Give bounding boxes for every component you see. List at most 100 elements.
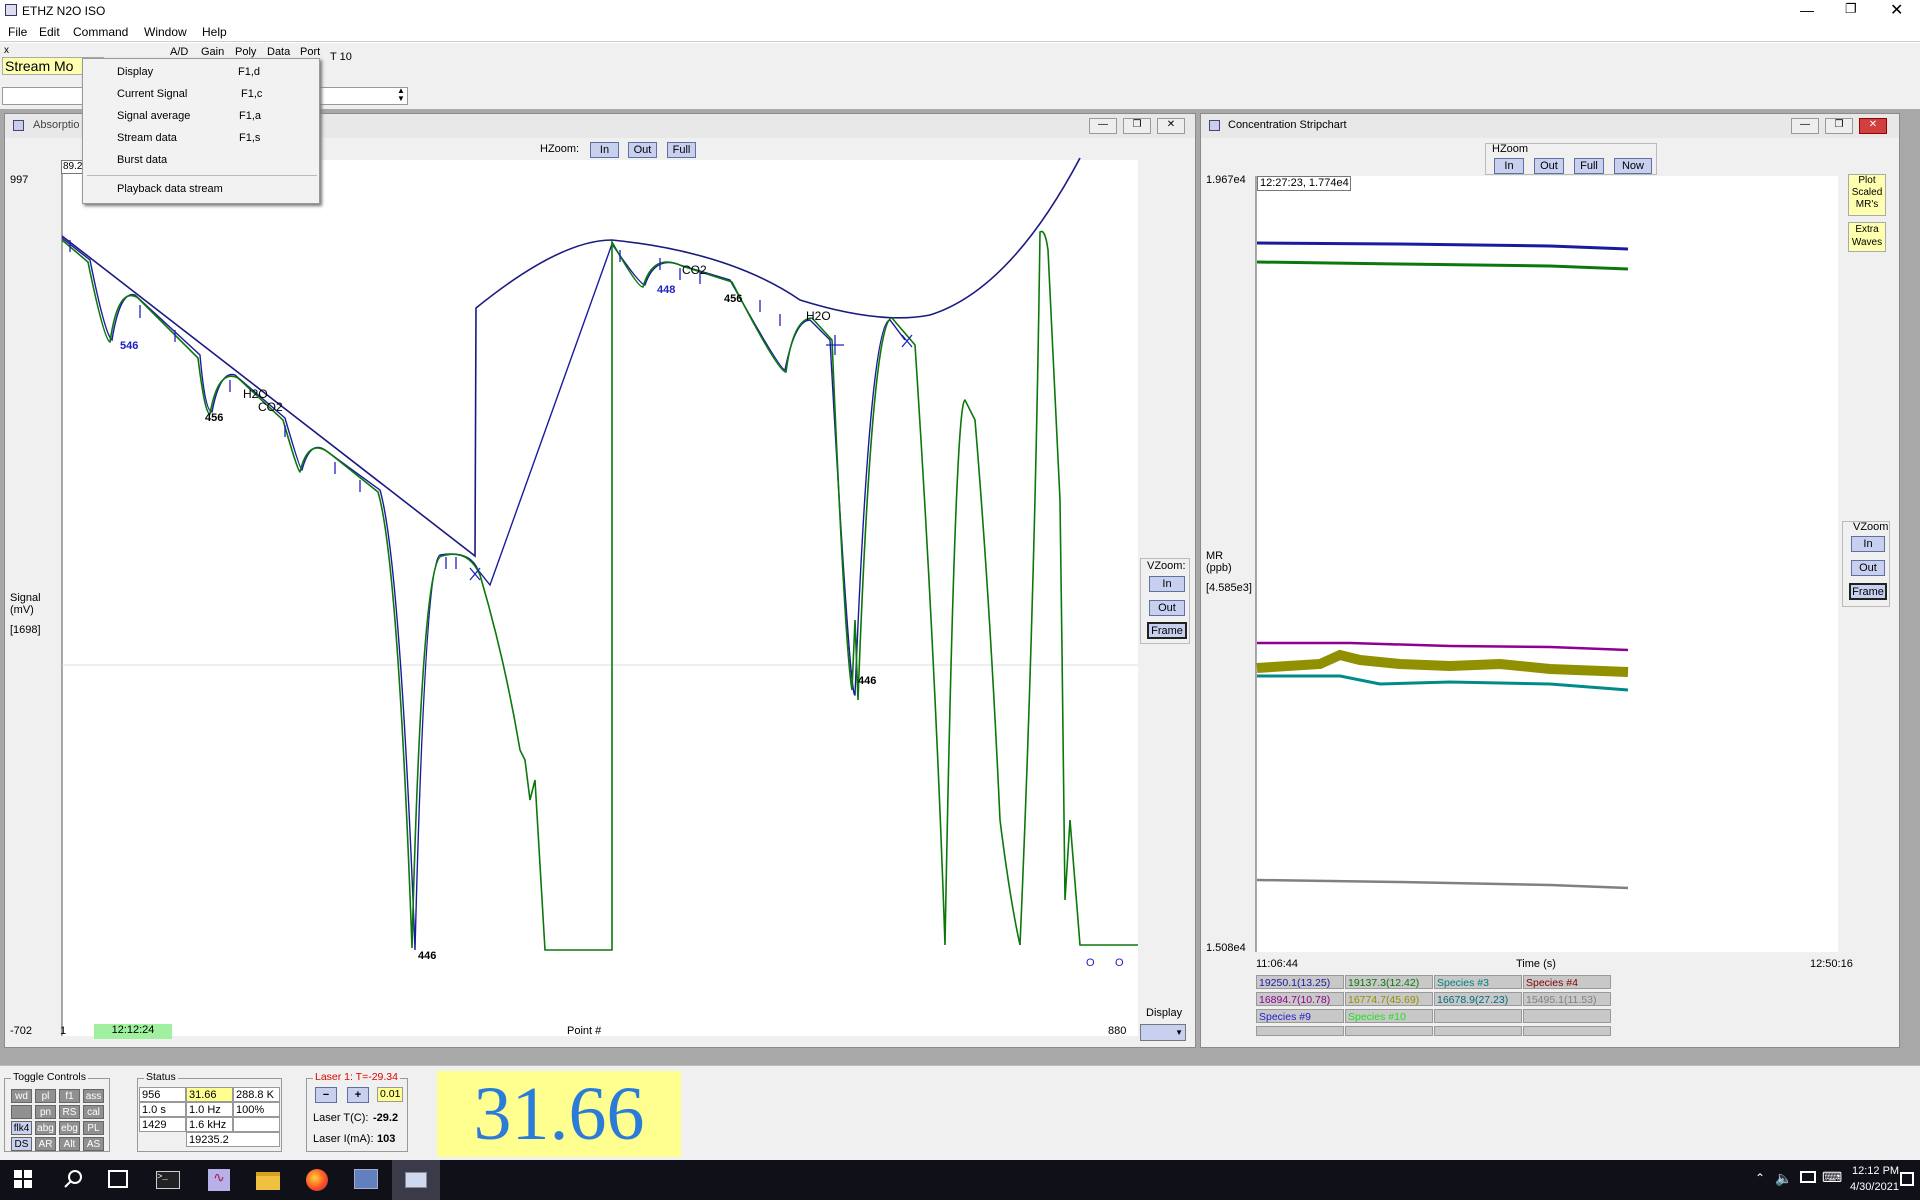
legend-cell[interactable]: 16774.7(45.69) — [1345, 992, 1433, 1006]
legend-text: 16894.7(10.78) — [1259, 994, 1331, 1006]
legend-cell[interactable] — [1256, 1026, 1344, 1036]
plot-scaled-button[interactable]: Plot Scaled MR's — [1848, 174, 1886, 216]
toggle-pl[interactable]: pl — [35, 1089, 56, 1103]
status-cell: 956 — [139, 1087, 186, 1102]
status-cell: 1.0 s — [139, 1102, 186, 1117]
taskbar-date[interactable]: 4/30/2021 — [1850, 1181, 1899, 1193]
toggle-ar[interactable]: AR — [35, 1137, 56, 1151]
toggle-cal[interactable]: cal — [83, 1105, 104, 1119]
stripchart-xlabel: Time (s) — [1516, 958, 1556, 970]
stripchart-readout: 12:27:23, 1.774e4 — [1257, 176, 1351, 191]
stripchart-hzoom-now-button[interactable]: Now — [1614, 158, 1652, 174]
legend-cell[interactable]: Species #9 — [1256, 1009, 1344, 1023]
legend-text: Species #10 — [1348, 1011, 1406, 1023]
taskbar-time[interactable]: 12:12 PM — [1852, 1165, 1899, 1177]
legend-cell[interactable] — [1523, 1009, 1611, 1023]
legend-cell[interactable] — [1345, 1026, 1433, 1036]
status-cell: 1.0 Hz — [186, 1102, 233, 1117]
ime-icon[interactable]: ⌨ — [1822, 1169, 1842, 1186]
stripchart-vzoom-label: VZoom — [1853, 521, 1889, 533]
stripchart-vzoom: VZoom In Out Frame — [1842, 521, 1890, 607]
stripchart-hzoom-full-button[interactable]: Full — [1574, 158, 1604, 174]
legend-text: 16774.7(45.69) — [1348, 994, 1420, 1006]
legend-cell[interactable]: 16678.9(27.23) — [1434, 992, 1522, 1006]
toggle-ass[interactable]: ass — [83, 1089, 104, 1103]
toggle-f1[interactable]: f1 — [59, 1089, 80, 1103]
legend-cell[interactable]: 15495.1(11.53) — [1523, 992, 1611, 1006]
toggle-flk4[interactable]: flk4 — [11, 1121, 32, 1135]
laser-minus-button[interactable]: − — [315, 1087, 337, 1103]
status-cell: 100% — [233, 1102, 280, 1117]
toggle-wd[interactable]: wd — [11, 1089, 32, 1103]
toggle-PL[interactable]: PL — [83, 1121, 104, 1135]
stripchart-hzoom-in-button[interactable]: In — [1494, 158, 1524, 174]
extra-waves-line2: Waves — [1851, 237, 1883, 248]
stripchart-legend: 19250.1(13.25) 19137.3(12.42) Species #3… — [1256, 975, 1612, 1039]
laser-current-value: 103 — [377, 1133, 396, 1145]
stripchart-vzoom-out-button[interactable]: Out — [1851, 560, 1885, 576]
stripchart-x-start: 11:06:44 — [1256, 958, 1299, 970]
chart-app-icon[interactable]: ∿ — [208, 1169, 230, 1191]
stripchart-y-top: 1.967e4 — [1206, 174, 1246, 186]
legend-cell[interactable]: 19250.1(13.25) — [1256, 975, 1344, 989]
stripchart-x-end: 12:50:16 — [1810, 958, 1853, 970]
file-explorer-icon[interactable] — [256, 1172, 280, 1190]
toggle-abg[interactable]: abg — [35, 1121, 56, 1135]
task-view-icon[interactable] — [108, 1170, 128, 1188]
toggle-ebg[interactable]: ebg — [59, 1121, 80, 1135]
chevron-up-icon[interactable]: ⌃ — [1755, 1171, 1765, 1185]
stripchart-hzoom-out-button[interactable]: Out — [1534, 158, 1564, 174]
stripchart-vzoom-frame-button[interactable]: Frame — [1849, 583, 1887, 600]
toggle-rs[interactable]: RS — [59, 1105, 80, 1119]
toggle-pn[interactable]: pn — [35, 1105, 56, 1119]
active-app-icon — [405, 1172, 427, 1188]
firefox-icon[interactable] — [306, 1169, 328, 1191]
legend-text: Species #3 — [1437, 977, 1489, 989]
laser-plus-button[interactable]: + — [347, 1087, 369, 1103]
legend-cell[interactable]: Species #4 — [1523, 975, 1611, 989]
volume-icon[interactable]: 🔈 — [1775, 1170, 1792, 1187]
stripchart-hzoom: HZoom In Out Full Now — [1485, 143, 1657, 175]
notification-icon[interactable] — [1900, 1172, 1914, 1186]
stripchart-ylabel-1: MR — [1206, 550, 1224, 562]
legend-cell[interactable]: Species #10 — [1345, 1009, 1433, 1023]
stripchart-ylabel-2: (ppb) — [1206, 562, 1232, 574]
toggle-controls: Toggle Controls wd pl f1 ass pn RS cal f… — [4, 1071, 110, 1152]
toggle-alt[interactable]: Alt — [59, 1137, 80, 1151]
search-icon[interactable] — [62, 1168, 84, 1193]
legend-text: 15495.1(11.53) — [1526, 994, 1597, 1006]
status-cell: 19235.2 — [186, 1132, 280, 1147]
legend-text: 19250.1(13.25) — [1259, 977, 1331, 989]
legend-text: 16678.9(27.23) — [1437, 994, 1509, 1006]
stripchart-ylabel-3: [4.585e3] — [1206, 582, 1252, 594]
legend-cell[interactable]: Species #3 — [1434, 975, 1522, 989]
active-app-highlight[interactable] — [392, 1160, 440, 1200]
legend-text: 19137.3(12.42) — [1348, 977, 1420, 989]
plot-scaled-line3: MR's — [1855, 199, 1879, 210]
legend-cell[interactable] — [1523, 1026, 1611, 1036]
status-cell: 1429 — [139, 1117, 186, 1132]
network-icon[interactable] — [1800, 1171, 1816, 1183]
status-cell — [233, 1117, 280, 1132]
stripchart-hzoom-label: HZoom — [1492, 143, 1529, 155]
legend-text: Species #9 — [1259, 1011, 1311, 1023]
legend-cell[interactable] — [1434, 1009, 1522, 1023]
stripchart-vzoom-in-button[interactable]: In — [1851, 536, 1885, 552]
status-panel: Status 956 31.66 288.8 K 1.0 s 1.0 Hz 10… — [137, 1071, 282, 1152]
toggle-blank[interactable] — [11, 1105, 32, 1119]
toggle-controls-title: Toggle Controls — [11, 1071, 88, 1083]
legend-cell[interactable]: 19137.3(12.42) — [1345, 975, 1433, 989]
toggle-ds[interactable]: DS — [11, 1137, 32, 1151]
extra-waves-button[interactable]: Extra Waves — [1848, 222, 1886, 252]
status-title: Status — [144, 1071, 178, 1083]
status-cell: 31.66 — [186, 1087, 233, 1102]
console-app-icon[interactable]: >_ — [156, 1171, 180, 1189]
status-cell: 1.6 kHz — [186, 1117, 233, 1132]
legend-cell[interactable] — [1434, 1026, 1522, 1036]
laser-title: Laser 1: T=-29.34 — [313, 1071, 400, 1083]
windows-start-icon[interactable] — [14, 1170, 34, 1190]
legend-cell[interactable]: 16894.7(10.78) — [1256, 992, 1344, 1006]
remote-desktop-icon[interactable] — [354, 1169, 378, 1189]
toggle-as[interactable]: AS — [83, 1137, 104, 1151]
laser-step-input[interactable]: 0.01 — [377, 1087, 403, 1102]
